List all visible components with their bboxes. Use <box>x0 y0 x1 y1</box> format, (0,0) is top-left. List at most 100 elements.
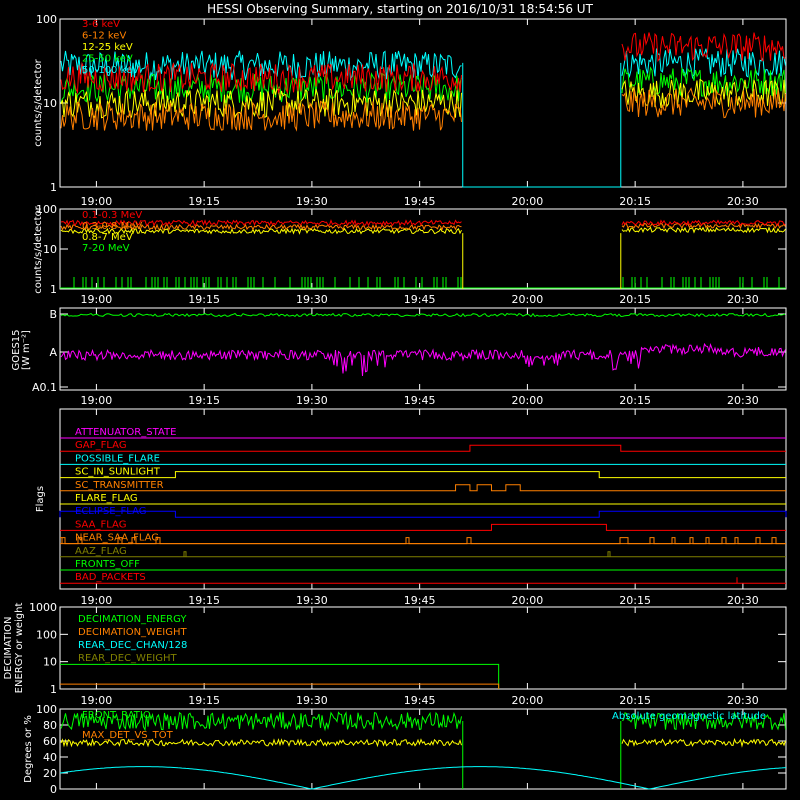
time-tick-label: 19:00 <box>81 293 113 306</box>
y-tick-label: 20 <box>43 767 57 780</box>
y-tick-label: B <box>49 308 57 321</box>
flag-line <box>60 444 786 452</box>
time-tick-label: 19:00 <box>81 394 113 407</box>
goes-ylabel-units: [W m⁻²] <box>21 330 32 370</box>
hessi-summary-plot: HESSI Observing Summary, starting on 201… <box>3 2 787 796</box>
time-tick-label: 19:45 <box>404 594 436 607</box>
time-tick-label: 19:30 <box>296 195 328 208</box>
time-tick-label: 19:00 <box>81 195 113 208</box>
legend-label: 50-100 keV <box>82 65 139 76</box>
legend-label: 0.1-0.3 MeV <box>82 210 142 221</box>
y-tick-label: 100 <box>36 203 57 216</box>
legend-label: DECIMATION_WEIGHT <box>78 627 187 638</box>
flag-label: ATTENUATOR_STATE <box>75 427 176 438</box>
time-tick-label: 20:30 <box>727 394 759 407</box>
time-tick-label: 19:15 <box>188 195 220 208</box>
legend-label: MAX_DET_VS_TOT <box>82 730 174 741</box>
decimation-ylabel2: ENERGY or weight <box>14 603 25 694</box>
flag-label: SC_TRANSMITTER <box>75 480 164 491</box>
legend-label: 25-50 keV <box>82 54 133 65</box>
legend-label: 3-6 keV <box>82 19 120 30</box>
time-tick-label: 20:15 <box>619 394 651 407</box>
time-tick-label: 20:30 <box>727 594 759 607</box>
time-tick-label: 20:00 <box>512 195 544 208</box>
time-tick-label: 20:00 <box>512 394 544 407</box>
flag-line <box>60 484 786 492</box>
time-tick-label: 19:45 <box>404 394 436 407</box>
y-tick-label: 1 <box>50 181 57 194</box>
y-tick-label: A <box>49 346 57 359</box>
legend-label: 6-12 keV <box>82 31 126 42</box>
flags-ylabel: Flags <box>35 486 46 512</box>
time-tick-label: 19:30 <box>296 394 328 407</box>
legend-label: REAR_DEC_WEIGHT <box>78 653 177 664</box>
legend-label: DECIMATION_ENERGY <box>78 614 187 625</box>
time-tick-label: 19:30 <box>296 293 328 306</box>
flag-label: SC_IN_SUNLIGHT <box>75 467 161 478</box>
legend-label: 0.3-0.8 MeV <box>82 221 142 232</box>
y-tick-label: 1 <box>50 683 57 696</box>
y-tick-label: 60 <box>43 735 57 748</box>
legend-label: 7-20 MeV <box>82 243 130 254</box>
legend-label: 0.8-7 MeV <box>82 232 133 243</box>
time-tick-label: 20:00 <box>512 594 544 607</box>
y-tick-label: 100 <box>36 628 57 641</box>
time-tick-label: 19:45 <box>404 195 436 208</box>
goes-short-series <box>60 342 786 377</box>
flag-line <box>60 523 786 531</box>
gap-line <box>462 62 622 188</box>
legend-label: Absolute geomagnetic latitude <box>612 711 766 722</box>
flag-line <box>59 510 787 518</box>
time-tick-label: 19:15 <box>188 394 220 407</box>
plot-title: HESSI Observing Summary, starting on 201… <box>207 2 593 16</box>
gap-line <box>462 233 622 289</box>
y-tick-label: 0 <box>50 783 57 796</box>
time-tick-label: 20:30 <box>727 293 759 306</box>
time-tick-label: 19:30 <box>296 694 328 707</box>
y-tick-label: 80 <box>43 719 57 732</box>
time-tick-label: 20:00 <box>512 694 544 707</box>
time-tick-label: 19:00 <box>81 694 113 707</box>
flag-label: POSSIBLE_FLARE <box>75 453 160 464</box>
time-tick-label: 20:15 <box>619 694 651 707</box>
time-tick-label: 20:30 <box>727 195 759 208</box>
y-tick-label: A0.1 <box>32 381 57 394</box>
time-tick-label: 19:15 <box>188 594 220 607</box>
time-tick-label: 20:15 <box>619 195 651 208</box>
goes-long-series <box>60 312 786 318</box>
y-tick-label: 10 <box>43 97 57 110</box>
legend-label: 12-25 keV <box>82 42 133 53</box>
y-tick-label: 100 <box>36 13 57 26</box>
flag-label: SAA_FLAG <box>75 519 126 530</box>
flag-label: AAZ_FLAG <box>75 546 127 557</box>
time-tick-label: 19:45 <box>404 293 436 306</box>
series-7-20-mev <box>60 276 786 289</box>
time-tick-label: 19:30 <box>296 594 328 607</box>
time-tick-label: 20:15 <box>619 293 651 306</box>
flag-line <box>60 471 786 479</box>
time-tick-label: 19:45 <box>404 694 436 707</box>
near-saa-flag-pulses <box>60 537 786 545</box>
flag-label: GAP_FLAG <box>75 440 127 451</box>
y-tick-label: 1 <box>50 283 57 296</box>
time-tick-label: 20:30 <box>727 694 759 707</box>
decimation-energy-line <box>60 663 500 689</box>
y-tick-label: 10 <box>43 243 57 256</box>
flag-label: NEAR_SAA_FLAG <box>75 533 159 544</box>
time-tick-label: 19:15 <box>188 293 220 306</box>
time-tick-label: 19:00 <box>81 594 113 607</box>
y-tick-label: 100 <box>36 703 57 716</box>
flag-label: FRONTS_OFF <box>75 559 140 570</box>
time-tick-label: 20:15 <box>619 594 651 607</box>
y-tick-label: 1000 <box>29 601 57 614</box>
flag-label: FLARE_FLAG <box>75 493 138 504</box>
flag-label: BAD_PACKETS <box>75 572 146 583</box>
decimation-weight-line <box>60 683 500 689</box>
legend-label: FRONT_RATIO <box>82 710 151 721</box>
legend-label: REAR_DEC_CHAN/128 <box>78 640 187 651</box>
time-tick-label: 20:00 <box>512 293 544 306</box>
y-tick-label: 10 <box>43 656 57 669</box>
y-tick-label: 40 <box>43 751 57 764</box>
aaz-flag-blips <box>183 551 611 557</box>
geomagnetic-latitude-series <box>59 766 787 790</box>
